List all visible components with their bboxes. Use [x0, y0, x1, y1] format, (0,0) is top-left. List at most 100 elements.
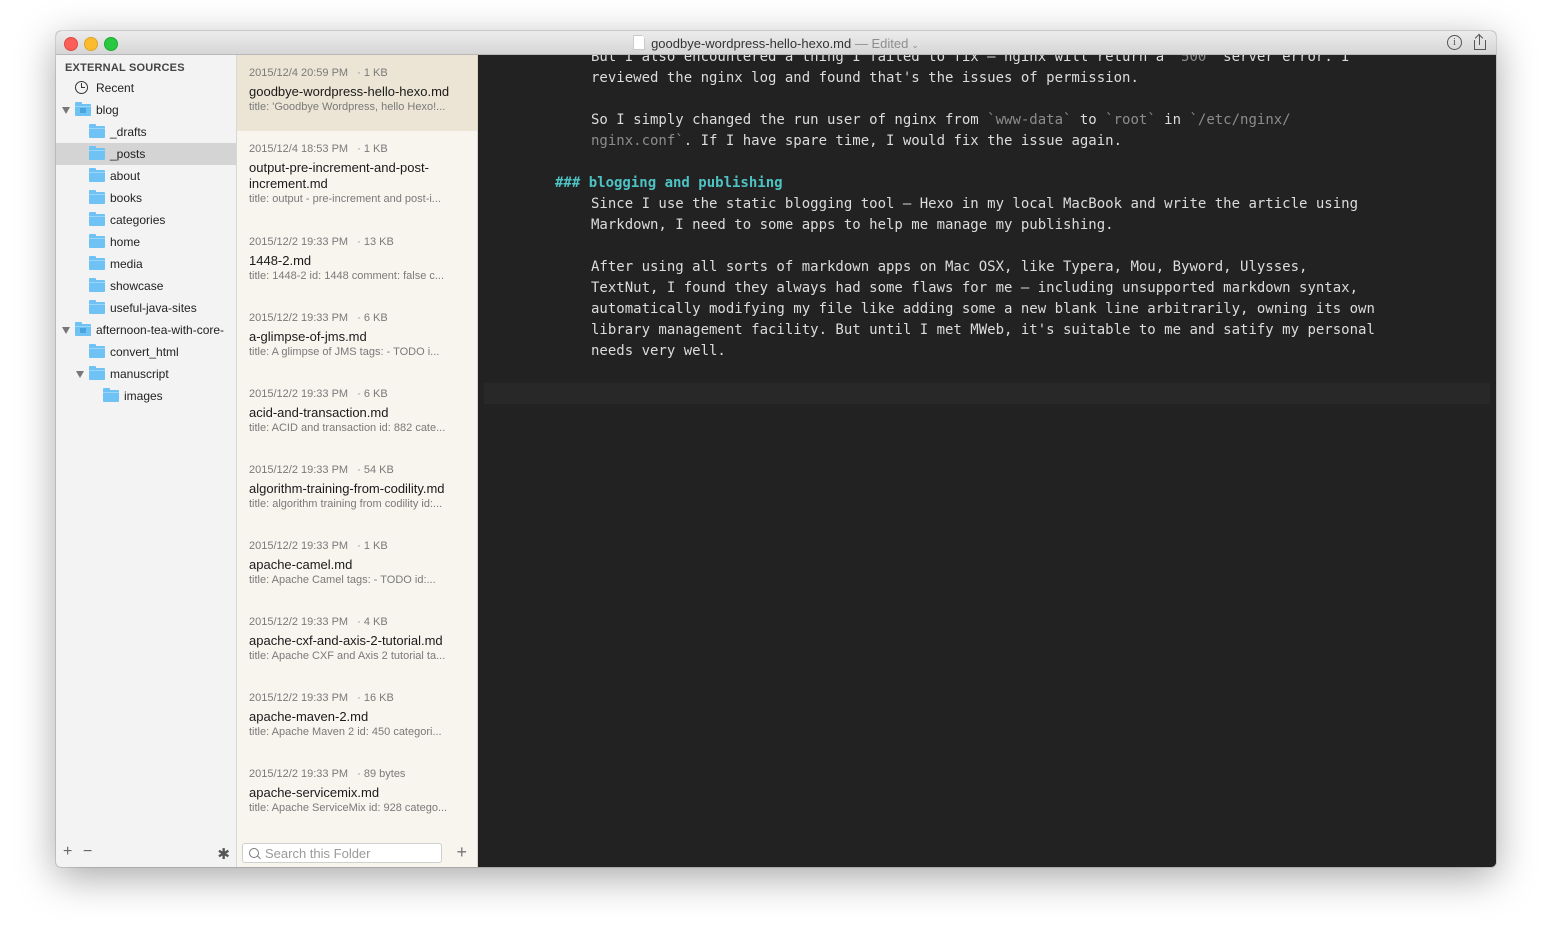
- file-excerpt: title: 'Goodbye Wordpress, hello Hexo!..…: [249, 101, 446, 113]
- editor-line[interactable]: But I also encountered a thing I failed …: [591, 55, 1350, 68]
- markdown-heading[interactable]: ### blogging and publishing: [555, 173, 783, 194]
- sidebar-item-afternoon-tea-with-core[interactable]: afternoon-tea-with-core-: [56, 319, 236, 341]
- file-list-item[interactable]: 2015/12/2 19:33 PM · 89 bytes apache-serv…: [237, 756, 477, 832]
- folder-icon: [89, 278, 105, 292]
- text-segment: So I simply changed the run user of ngin…: [591, 112, 988, 128]
- share-icon[interactable]: [1472, 33, 1488, 51]
- text-segment: needs very well.: [591, 343, 726, 359]
- file-date: 2015/12/2 19:33 PM: [249, 236, 349, 248]
- file-size: · 1 KB: [354, 540, 388, 552]
- folder-icon: [75, 322, 91, 336]
- sidebar-item-media[interactable]: media: [56, 253, 236, 275]
- text-segment: . If I have spare time, I would fix the …: [683, 133, 1123, 149]
- sidebar-item-label: convert_html: [110, 345, 179, 359]
- markdown-editor[interactable]: But I also encountered a thing I failed …: [478, 55, 1496, 867]
- file-meta: 2015/12/2 19:33 PM · 1 KB: [249, 528, 465, 554]
- title-bar: goodbye-wordpress-hello-hexo.md — Edited…: [56, 31, 1496, 55]
- file-list-item[interactable]: 2015/12/2 19:33 PM · 54 KB algorithm-trai…: [237, 452, 477, 528]
- file-list: 2015/12/4 20:59 PM · 1 KB goodbye-wordpre…: [237, 55, 478, 867]
- file-name: apache-camel.md: [249, 557, 353, 572]
- disclosure-triangle-icon[interactable]: [62, 107, 70, 114]
- text-segment: Since I use the static blogging tool – H…: [591, 196, 1359, 212]
- file-excerpt: title: Apache Maven 2 id: 450 categori..…: [249, 726, 442, 738]
- folder-icon: [89, 234, 105, 248]
- editor-line[interactable]: Markdown, I need to some apps to help me…: [591, 215, 1114, 236]
- file-size: · 89 bytes: [354, 768, 406, 780]
- file-excerpt: title: Apache ServiceMix id: 928 catego.…: [249, 802, 448, 814]
- sidebar-item-categories[interactable]: categories: [56, 209, 236, 231]
- window-title[interactable]: goodbye-wordpress-hello-hexo.md — Edited…: [56, 35, 1496, 51]
- sidebar-item-manuscript[interactable]: manuscript: [56, 363, 236, 385]
- inline-code: `root`: [1105, 112, 1156, 128]
- editor-line[interactable]: After using all sorts of markdown apps o…: [591, 257, 1307, 278]
- file-excerpt: title: Apache Camel tags: - TODO id:...: [249, 574, 436, 586]
- editor-line[interactable]: library management facility. But until I…: [591, 320, 1375, 341]
- file-excerpt: title: 1448-2 id: 1448 comment: false c.…: [249, 270, 445, 282]
- editor-line[interactable]: So I simply changed the run user of ngin…: [591, 110, 1291, 131]
- file-meta: 2015/12/2 19:33 PM · 89 bytes: [249, 756, 465, 782]
- sidebar-item-useful-java-sites[interactable]: useful-java-sites: [56, 297, 236, 319]
- file-date: 2015/12/2 19:33 PM: [249, 768, 349, 780]
- disclosure-triangle-icon[interactable]: [76, 371, 84, 378]
- sidebar-item-books[interactable]: books: [56, 187, 236, 209]
- editor-line[interactable]: needs very well.: [591, 341, 726, 362]
- folder-icon: [89, 256, 105, 270]
- title-separator: —: [851, 36, 872, 51]
- sidebar-item-drafts[interactable]: _drafts: [56, 121, 236, 143]
- editor-line[interactable]: Since I use the static blogging tool – H…: [591, 194, 1358, 215]
- file-list-item[interactable]: 2015/12/2 19:33 PM · 6 KB a-glimpse-of-jm…: [237, 300, 477, 376]
- sidebar-item-showcase[interactable]: showcase: [56, 275, 236, 297]
- editor-line[interactable]: nginx.conf`. If I have spare time, I wou…: [591, 131, 1122, 152]
- folder-icon: [103, 388, 119, 402]
- text-segment: automatically modifying my file like add…: [591, 301, 1375, 317]
- disclosure-triangle-icon[interactable]: [62, 327, 70, 334]
- sidebar-item-blog[interactable]: blog: [56, 99, 236, 121]
- editor-line[interactable]: reviewed the nginx log and found that's …: [591, 68, 1139, 89]
- file-list-item[interactable]: 2015/12/2 19:33 PM · 13 KB 1448-2.md title…: [237, 224, 477, 300]
- file-excerpt: title: A glimpse of JMS tags: - TODO i..…: [249, 346, 440, 358]
- file-size: · 1 KB: [354, 143, 388, 155]
- editor-line[interactable]: automatically modifying my file like add…: [591, 299, 1375, 320]
- file-meta: 2015/12/2 19:33 PM · 16 KB: [249, 680, 465, 706]
- add-source-button[interactable]: +: [63, 843, 72, 861]
- file-date: 2015/12/2 19:33 PM: [249, 388, 349, 400]
- info-icon[interactable]: i: [1447, 35, 1462, 50]
- file-list-item[interactable]: 2015/12/2 19:33 PM · 1 KB apache-camel.md…: [237, 528, 477, 604]
- editor-line[interactable]: TextNut, I found they always had some fl…: [591, 278, 1358, 299]
- file-name: output-pre-increment-and-post-increment.…: [249, 160, 429, 191]
- new-document-button[interactable]: +: [456, 842, 467, 863]
- chevron-down-icon[interactable]: ⌄: [911, 40, 919, 50]
- file-size: · 13 KB: [354, 236, 394, 248]
- file-list-item[interactable]: 2015/12/2 19:33 PM · 6 KB acid-and-transa…: [237, 376, 477, 452]
- file-meta: 2015/12/2 19:33 PM · 6 KB: [249, 376, 465, 402]
- search-input[interactable]: [265, 845, 435, 861]
- remove-source-button[interactable]: −: [83, 843, 92, 861]
- sidebar-header: EXTERNAL SOURCES: [65, 62, 185, 74]
- file-list-item[interactable]: 2015/12/4 20:59 PM · 1 KB goodbye-wordpre…: [237, 55, 477, 131]
- inline-code: `www-data`: [987, 112, 1072, 128]
- gear-icon[interactable]: ✱: [217, 845, 230, 863]
- file-meta: 2015/12/2 19:33 PM · 4 KB: [249, 604, 465, 630]
- folder-icon: [89, 344, 105, 358]
- sidebar-item-home[interactable]: home: [56, 231, 236, 253]
- file-list-item[interactable]: 2015/12/2 19:33 PM · 4 KB apache-cxf-and-…: [237, 604, 477, 680]
- file-date: 2015/12/2 19:33 PM: [249, 312, 349, 324]
- file-list-item[interactable]: 2015/12/2 19:33 PM · 16 KB apache-maven-2…: [237, 680, 477, 756]
- file-date: 2015/12/4 20:59 PM: [249, 67, 349, 79]
- search-field[interactable]: [242, 843, 442, 863]
- file-name: apache-maven-2.md: [249, 709, 369, 724]
- file-name: goodbye-wordpress-hello-hexo.md: [249, 84, 450, 99]
- file-size: · 6 KB: [354, 312, 388, 324]
- search-icon: [249, 848, 259, 858]
- file-list-item[interactable]: 2015/12/4 18:53 PM · 1 KB output-pre-incr…: [237, 131, 477, 224]
- sidebar-item-convert-html[interactable]: convert_html: [56, 341, 236, 363]
- folder-icon: [89, 168, 105, 182]
- sidebar-item-about[interactable]: about: [56, 165, 236, 187]
- sidebar-footer: + − ✱: [56, 839, 236, 867]
- file-size: · 54 KB: [354, 464, 394, 476]
- sidebar-item-images[interactable]: images: [56, 385, 236, 407]
- sidebar-item-posts[interactable]: _posts: [56, 143, 236, 165]
- text-segment: in: [1155, 112, 1190, 128]
- sidebar-item-recent[interactable]: Recent: [56, 77, 236, 99]
- folder-tree: blog _drafts _posts about books categories hom…: [56, 99, 236, 407]
